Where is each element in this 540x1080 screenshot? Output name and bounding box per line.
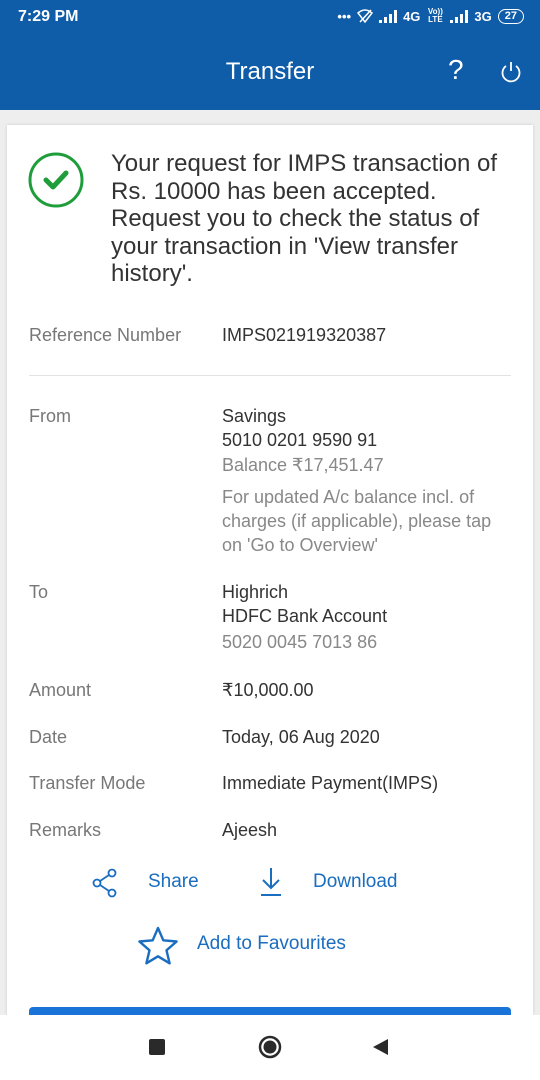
reference-value: IMPS021919320387 [222, 325, 387, 345]
check-circle-icon [28, 152, 84, 208]
to-label: To [29, 582, 49, 602]
date-label: Date [29, 727, 68, 747]
app-header: Transfer ? [0, 34, 540, 110]
amount-label: Amount [29, 680, 92, 700]
download-button[interactable]: Download [313, 871, 398, 893]
status-bar: 7:29 PM ••• 4G Vo)) LTE 3G 27 [0, 0, 540, 34]
success-message: Your request for IMPS transaction of Rs.… [111, 150, 497, 287]
share-button[interactable]: Share [148, 871, 199, 893]
from-label: From [29, 406, 71, 426]
system-nav-bar [0, 1015, 540, 1080]
status-time: 7:29 PM [18, 8, 79, 25]
volte-badge: Vo)) LTE [427, 7, 443, 24]
divider [29, 375, 511, 376]
signal-icon [379, 9, 398, 23]
go-to-overview-button[interactable] [29, 1007, 511, 1015]
wifi-off-icon [357, 9, 374, 23]
star-icon[interactable] [137, 926, 179, 966]
signal-icon [450, 9, 469, 23]
amount-value: ₹10,000.00 [222, 680, 314, 700]
back-icon[interactable] [371, 1038, 389, 1056]
download-icon[interactable] [259, 866, 283, 898]
balance-note: For updated A/c balance incl. of charges… [222, 487, 492, 555]
remarks-label: Remarks [29, 820, 102, 840]
add-to-favourites-button[interactable]: Add to Favourites [197, 933, 346, 955]
from-balance: Balance ₹17,451.47 [222, 455, 384, 475]
network-type-2: 3G [474, 8, 492, 24]
reference-label: Reference Number [29, 325, 182, 345]
power-icon[interactable] [499, 60, 523, 84]
status-icons: ••• 4G Vo)) LTE 3G 27 [337, 8, 524, 24]
battery-icon: 27 [497, 8, 524, 24]
to-name: Highrich [222, 582, 289, 602]
to-bank: HDFC Bank Account [222, 606, 388, 626]
date-value: Today, 06 Aug 2020 [222, 727, 380, 747]
from-account-type: Savings [222, 406, 287, 426]
recent-apps-icon[interactable] [149, 1039, 165, 1055]
share-icon[interactable] [92, 868, 118, 898]
transfer-mode-label: Transfer Mode [29, 773, 146, 793]
help-icon[interactable]: ? [448, 54, 464, 86]
home-icon[interactable] [258, 1035, 282, 1059]
from-account-number: 5010 0201 9590 91 [222, 430, 378, 450]
to-account-number: 5020 0045 7013 86 [222, 632, 378, 652]
transfer-mode-value: Immediate Payment(IMPS) [222, 773, 439, 793]
more-dots-icon: ••• [337, 8, 352, 24]
remarks-value: Ajeesh [222, 820, 278, 840]
network-type-1: 4G [403, 8, 421, 24]
